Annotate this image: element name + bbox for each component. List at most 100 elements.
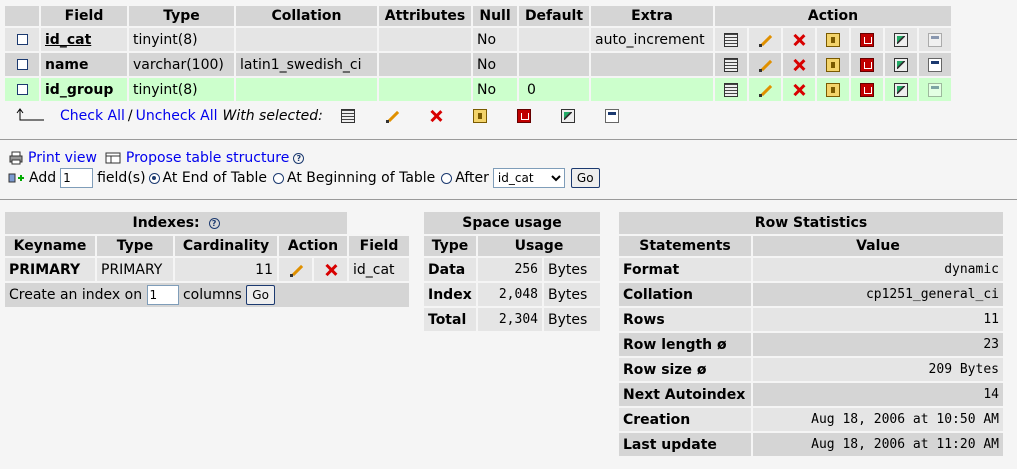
- primary-key-icon[interactable]: [826, 57, 840, 72]
- space-value: 2,048: [478, 283, 542, 306]
- browse-icon[interactable]: [724, 57, 738, 72]
- field-type: varchar(100): [129, 53, 234, 76]
- field-name[interactable]: id_cat: [45, 32, 91, 48]
- field-extra: auto_increment: [591, 28, 713, 51]
- uncheck-all-link[interactable]: Uncheck All: [136, 108, 218, 124]
- row-checkbox[interactable]: [16, 84, 28, 95]
- stat-value: cp1251_general_ci: [753, 283, 1003, 306]
- primary-key-icon[interactable]: [826, 32, 840, 47]
- row-checkbox[interactable]: [16, 34, 28, 45]
- indexes-help-icon[interactable]: ?: [208, 217, 220, 229]
- create-index-count[interactable]: [146, 285, 179, 305]
- after-radio[interactable]: [441, 172, 453, 184]
- drop-icon[interactable]: [792, 83, 806, 97]
- field-name[interactable]: id_group: [45, 82, 113, 98]
- primary-key-icon[interactable]: [826, 82, 840, 97]
- add-field-icon: [8, 173, 24, 183]
- field-row[interactable]: id_group tinyint(8) No 0: [5, 78, 951, 101]
- divider: [0, 139, 1017, 140]
- index-field: id_cat: [349, 258, 409, 281]
- help-icon[interactable]: ?: [293, 152, 305, 164]
- bulk-edit-icon[interactable]: [385, 109, 399, 123]
- index-icon[interactable]: [894, 32, 908, 47]
- browse-icon[interactable]: [724, 82, 738, 97]
- fields-label: field(s): [97, 170, 146, 186]
- edit-icon[interactable]: [758, 58, 772, 72]
- at-end-label[interactable]: At End of Table: [163, 170, 267, 186]
- index-edit-icon[interactable]: [289, 263, 303, 277]
- field-row[interactable]: id_cat tinyint(8) No auto_increment: [5, 28, 951, 51]
- index-drop-icon[interactable]: [324, 263, 338, 277]
- unique-icon[interactable]: [860, 82, 874, 97]
- space-row: Total 2,304 Bytes: [424, 308, 600, 331]
- drop-icon[interactable]: [792, 58, 806, 72]
- drop-icon[interactable]: [792, 33, 806, 47]
- check-separator: /: [127, 108, 133, 124]
- field-type: tinyint(8): [129, 28, 234, 51]
- bulk-fulltext-icon[interactable]: [604, 109, 619, 123]
- field-name[interactable]: name: [45, 57, 89, 73]
- space-usage-table: Space usage Type Usage Data 256 Bytes In…: [422, 210, 602, 333]
- stat-value: 23: [753, 333, 1003, 356]
- field-extra: [591, 53, 713, 76]
- row-checkbox[interactable]: [16, 59, 28, 70]
- field-collation: latin1_swedish_ci: [236, 53, 377, 76]
- field-type: tinyint(8): [129, 78, 234, 101]
- arrow-ltr-icon: [16, 108, 44, 121]
- bulk-unique-icon[interactable]: [516, 109, 531, 123]
- bulk-actions-bar: Check All / Uncheck All With selected:: [16, 106, 619, 126]
- columns-label: columns: [182, 287, 242, 303]
- space-type: Total: [424, 308, 476, 331]
- propose-structure-link[interactable]: Propose table structure: [126, 150, 289, 166]
- field-attributes: [379, 78, 471, 101]
- stat-label: Collation: [619, 283, 751, 306]
- create-index-label: Create an index on: [9, 287, 143, 303]
- after-label[interactable]: After: [455, 170, 489, 186]
- stat-label: Rows: [619, 308, 751, 331]
- index-icon[interactable]: [894, 82, 908, 97]
- field-extra: [591, 78, 713, 101]
- header-null: Null: [473, 6, 517, 26]
- at-beginning-label[interactable]: At Beginning of Table: [287, 170, 435, 186]
- fulltext-icon[interactable]: [928, 57, 942, 72]
- stat-value: Aug 18, 2006 at 10:50 AM: [753, 408, 1003, 431]
- field-row[interactable]: name varchar(100) latin1_swedish_ci No: [5, 53, 951, 76]
- header-collation: Collation: [236, 6, 377, 26]
- at-end-radio[interactable]: [148, 172, 160, 184]
- stat-value: 11: [753, 308, 1003, 331]
- stat-label: Row length ø: [619, 333, 751, 356]
- create-index-go-button[interactable]: Go: [246, 285, 275, 305]
- indexes-title-text: Indexes:: [132, 215, 200, 231]
- print-view-link[interactable]: Print view: [28, 150, 97, 166]
- space-value: 2,304: [478, 308, 542, 331]
- index-header-cardinality: Cardinality: [175, 236, 277, 256]
- space-row: Data 256 Bytes: [424, 258, 600, 281]
- field-default: 0: [519, 78, 589, 101]
- browse-icon[interactable]: [724, 32, 738, 47]
- bulk-drop-icon[interactable]: [429, 109, 443, 123]
- after-field-select[interactable]: id_cat: [492, 168, 565, 188]
- field-default: [519, 28, 589, 51]
- edit-icon[interactable]: [758, 33, 772, 47]
- unique-icon[interactable]: [860, 32, 874, 47]
- bulk-primary-key-icon[interactable]: [472, 109, 487, 123]
- bulk-browse-icon[interactable]: [340, 109, 355, 123]
- check-all-link[interactable]: Check All: [60, 108, 125, 124]
- tools-links: Print view Propose table structure ?: [8, 150, 305, 166]
- space-header-type: Type: [424, 236, 476, 256]
- index-cardinality: 11: [175, 258, 277, 281]
- index-icon[interactable]: [894, 57, 908, 72]
- index-type: PRIMARY: [97, 258, 173, 281]
- add-field-go-button[interactable]: Go: [570, 168, 600, 188]
- add-count-input[interactable]: [60, 168, 94, 188]
- header-default: Default: [519, 6, 589, 26]
- unique-icon[interactable]: [860, 57, 874, 72]
- fulltext-icon: [928, 32, 942, 47]
- header-checkbox-col: [5, 6, 39, 26]
- space-type: Index: [424, 283, 476, 306]
- stat-label: Next Autoindex: [619, 383, 751, 406]
- bulk-index-icon[interactable]: [560, 109, 575, 123]
- edit-icon[interactable]: [758, 83, 772, 97]
- stats-header-value: Value: [753, 236, 1003, 256]
- at-beginning-radio[interactable]: [273, 172, 285, 184]
